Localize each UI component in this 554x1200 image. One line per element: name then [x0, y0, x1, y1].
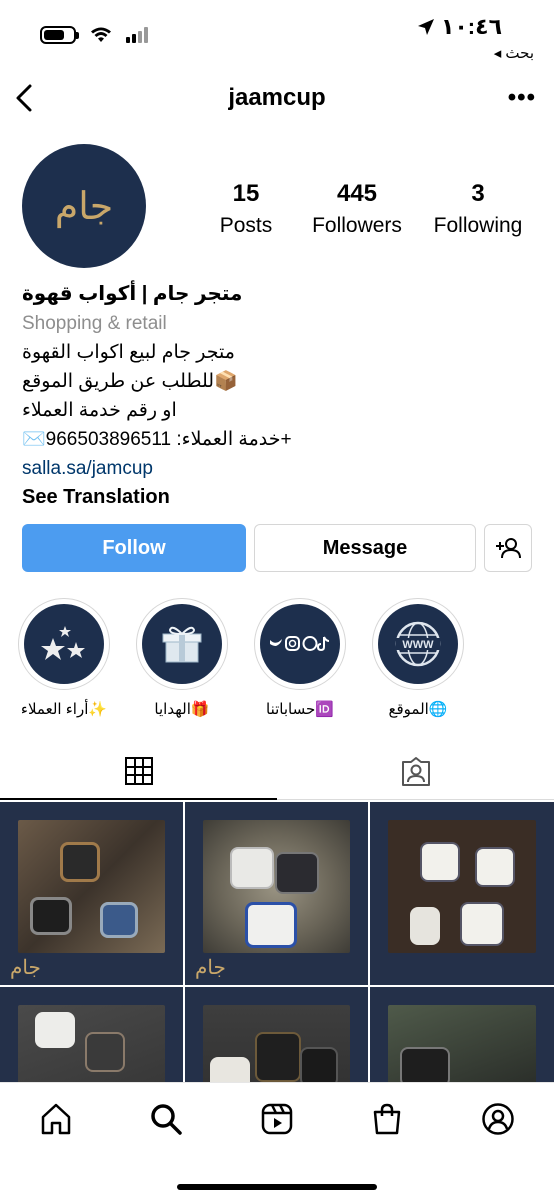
profile-stats: 15 Posts 445 Followers 3 Following [200, 180, 534, 238]
see-translation-link[interactable]: See Translation [22, 483, 534, 512]
status-bar: ١٠:٤٦ ◂ بحث [0, 0, 554, 66]
more-options-button[interactable]: ••• [508, 84, 536, 112]
bio-line: 📦للطلب عن طريق الموقع [22, 371, 238, 392]
bottom-navigation [0, 1082, 554, 1200]
profile-tabs [0, 744, 554, 800]
stat-followers[interactable]: 445 Followers [292, 180, 422, 238]
grid-icon [124, 757, 153, 785]
search-icon [151, 1104, 182, 1135]
bio-link[interactable]: salla.sa/jamcup [22, 454, 534, 483]
bio-line: او رقم خدمة العملاء [22, 400, 177, 421]
profile-icon [482, 1103, 514, 1135]
bio-line: ✉️خدمة العملاء: 966503896511+ [22, 429, 292, 450]
social-icons [270, 636, 330, 652]
following-count: 3 [471, 180, 485, 207]
profile-header: jaamcup ••• [0, 72, 554, 124]
posts-count: 15 [232, 180, 260, 207]
wifi-icon [91, 27, 111, 42]
status-time: ١٠:٤٦ [440, 14, 502, 39]
nav-shop[interactable] [367, 1099, 407, 1139]
stars-icon [41, 626, 85, 660]
shopping-bag-icon [373, 1103, 401, 1135]
home-icon [41, 1103, 71, 1135]
tagged-person-icon [401, 757, 430, 786]
story-highlights: أراء العملاء✨ الهدايا🎁 حساباتنا🆔 WWW الم… [18, 598, 464, 718]
profile-category: Shopping & retail [22, 313, 167, 334]
highlight-label: حساباتنا🆔 [266, 701, 334, 718]
reels-icon [261, 1103, 293, 1135]
grid-watermark: جام [10, 955, 41, 979]
posts-label: Posts [219, 214, 273, 237]
message-button[interactable]: Message [254, 524, 476, 572]
nav-search[interactable] [146, 1099, 186, 1139]
status-time-group: ١٠:٤٦ [417, 14, 502, 40]
highlight-gifts[interactable]: الهدايا🎁 [136, 598, 228, 718]
follow-button[interactable]: Follow [22, 524, 246, 572]
add-person-icon [496, 538, 521, 559]
nav-home[interactable] [36, 1099, 76, 1139]
avatar-logo: جام [54, 184, 114, 228]
profile-name: متجر جام | أكواب قهوة [22, 283, 243, 305]
avatar[interactable]: جام [22, 144, 146, 268]
stat-following[interactable]: 3 Following [422, 180, 534, 238]
svg-text:WWW: WWW [402, 639, 434, 651]
grid-watermark: جام [195, 955, 226, 979]
profile-bio: متجر جام | أكواب قهوة Shopping & retail … [22, 280, 534, 512]
gift-icon [162, 626, 202, 663]
home-indicator [177, 1184, 377, 1190]
status-icons [40, 26, 148, 44]
profile-actions: Follow Message [22, 524, 532, 572]
post-thumbnail[interactable]: جام [185, 802, 368, 985]
back-to-app-link[interactable]: ◂ بحث [494, 44, 534, 62]
www-globe-icon: WWW [395, 621, 441, 667]
highlight-accounts[interactable]: حساباتنا🆔 [254, 598, 346, 718]
nav-profile[interactable] [478, 1099, 518, 1139]
stat-posts[interactable]: 15 Posts [200, 180, 292, 238]
battery-icon [40, 26, 79, 44]
highlight-label: أراء العملاء✨ [20, 701, 108, 718]
location-arrow-icon [417, 19, 434, 35]
tab-posts-grid[interactable] [0, 744, 277, 800]
following-label: Following [433, 214, 523, 237]
post-thumbnail[interactable] [370, 802, 554, 985]
highlight-label: الموقع🌐 [388, 701, 448, 718]
tab-tagged[interactable] [277, 744, 554, 800]
nav-reels[interactable] [257, 1099, 297, 1139]
page-title: jaamcup [228, 84, 326, 111]
highlight-reviews[interactable]: أراء العملاء✨ [18, 598, 110, 718]
followers-count: 445 [336, 180, 378, 207]
post-thumbnail[interactable]: جام [0, 802, 183, 985]
bio-line: متجر جام لبيع اكواب القهوة [22, 342, 235, 363]
highlight-label: الهدايا🎁 [154, 701, 210, 718]
suggested-users-button[interactable] [484, 524, 532, 572]
followers-label: Followers [312, 214, 402, 237]
highlight-website[interactable]: WWW الموقع🌐 [372, 598, 464, 718]
cellular-signal-icon [126, 27, 148, 43]
